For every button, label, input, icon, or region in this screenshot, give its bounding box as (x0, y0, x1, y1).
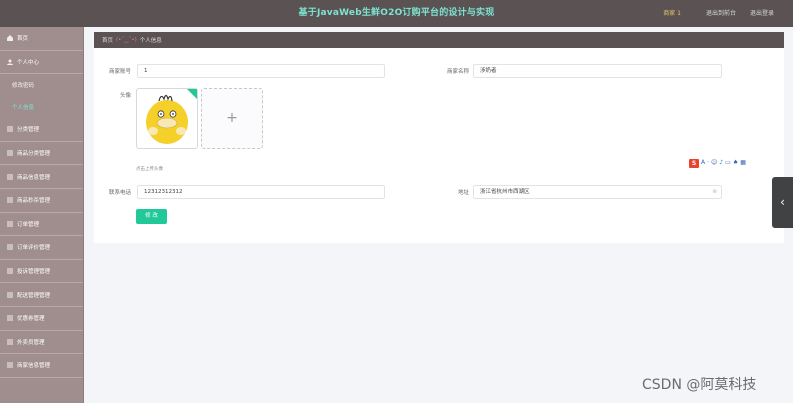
menu-icon (7, 126, 13, 132)
sidebar-item-couriers[interactable]: 外卖员管理 (0, 331, 83, 355)
sidebar-item-home[interactable]: 首页 (0, 27, 83, 51)
csdn-watermark: CSDN @阿莫科技 (642, 377, 757, 393)
address-input[interactable]: 浙江省杭州市西湖区 ⊗ (473, 185, 722, 199)
sidebar-item-label: 外卖员管理 (17, 339, 45, 346)
upload-success-mark (187, 89, 197, 99)
sidebar-subitem-change-password[interactable]: 修改密码 (0, 74, 83, 96)
clear-icon[interactable]: ⊗ (712, 186, 717, 198)
top-bar: 基于JavaWeb生鲜O2O订购平台的设计与实现 商家 1 退出到前台 退出登录 (0, 0, 793, 27)
sidebar-item-category[interactable]: 分类管理 (0, 118, 83, 142)
merchant-account-label: 商家账号 (108, 69, 131, 75)
sidebar-item-label: 配送管理管理 (17, 292, 51, 299)
plus-icon: + (226, 110, 238, 126)
sidebar-item-label: 投诉管理管理 (17, 269, 51, 276)
menu-icon (7, 268, 13, 274)
menu-icon (7, 221, 13, 227)
sidebar-item-orders[interactable]: 订单管理 (0, 213, 83, 237)
sidebar: 首页 个人中心 修改密码 个人信息 分类管理 商品分类管理 商品信息管理 商品秒… (0, 27, 84, 403)
user-name[interactable]: 商家 1 (663, 0, 681, 27)
sidebar-item-label: 商品信息管理 (17, 174, 51, 181)
menu-icon (7, 362, 13, 368)
punctuation-icon[interactable]: · (707, 158, 709, 168)
sidebar-item-delivery[interactable]: 配送管理管理 (0, 283, 83, 307)
emoji-icon[interactable]: ☺ (711, 158, 717, 168)
sidebar-item-label: 个人中心 (17, 59, 40, 66)
input-method-toolbar: S A · ☺ ♪ ▭ ♠ ▦ (689, 158, 746, 168)
menu-icon (7, 292, 13, 298)
sogou-icon[interactable]: S (689, 158, 699, 168)
merchant-account-input[interactable]: 1 (137, 64, 385, 78)
menu-icon (7, 150, 13, 156)
breadcrumb-separator: (•ˇ‿ˇ•) (116, 37, 137, 43)
breadcrumb: 首页 (•ˇ‿ˇ•) 个人信息 (94, 32, 784, 48)
keyboard-icon[interactable]: ▭ (725, 158, 731, 168)
sidebar-item-label: 首页 (17, 36, 29, 43)
avatar-upload-button[interactable]: + (201, 88, 263, 149)
merchant-name-input[interactable]: 涉奶者 (473, 64, 722, 78)
breadcrumb-current: 个人信息 (139, 38, 162, 44)
menu-icon (7, 339, 13, 345)
sidebar-item-flash-sale[interactable]: 商品秒杀管理 (0, 189, 83, 213)
sidebar-item-label: 商品分类管理 (17, 151, 51, 158)
sidebar-item-label: 订单评价管理 (17, 245, 51, 252)
microphone-icon[interactable]: ♪ (719, 158, 723, 168)
breadcrumb-home[interactable]: 首页 (102, 36, 113, 44)
sidebar-item-label: 商家信息管理 (17, 363, 51, 370)
sidebar-item-label: 商品秒杀管理 (17, 198, 51, 205)
upload-tip: 点击上传头像 (136, 167, 163, 172)
logout-link[interactable]: 退出登录 (750, 0, 774, 27)
toolbox-icon[interactable]: ▦ (740, 158, 746, 168)
chinese-mode-icon[interactable]: A (701, 158, 705, 168)
avatar-label: 头像 (119, 93, 131, 99)
sidebar-item-product-category[interactable]: 商品分类管理 (0, 142, 83, 166)
merchant-name-label: 商家名称 (446, 69, 469, 75)
submit-button[interactable]: 修 改 (136, 209, 167, 224)
skin-icon[interactable]: ♠ (733, 158, 738, 168)
sidebar-item-label: 优惠券管理 (17, 316, 45, 323)
menu-icon (7, 174, 13, 180)
sidebar-item-order-reviews[interactable]: 订单评价管理 (0, 236, 83, 260)
avatar-preview[interactable] (136, 88, 198, 149)
sidebar-item-label: 分类管理 (17, 127, 40, 134)
phone-label: 联系电话 (108, 190, 131, 196)
menu-icon (7, 315, 13, 321)
sidebar-item-coupons[interactable]: 优惠券管理 (0, 307, 83, 331)
address-label: 地址 (457, 190, 469, 196)
user-icon (7, 59, 13, 65)
home-icon (7, 35, 13, 42)
sidebar-item-product-info[interactable]: 商品信息管理 (0, 165, 83, 189)
phone-input[interactable]: 12312312312 (137, 185, 385, 199)
sidebar-item-complaints[interactable]: 投诉管理管理 (0, 260, 83, 284)
menu-icon (7, 197, 13, 203)
menu-icon (7, 244, 13, 250)
sidebar-item-merchants[interactable]: 商家信息管理 (0, 354, 83, 378)
content-panel: 首页 (•ˇ‿ˇ•) 个人信息 商家账号 1 商家名称 涉奶者 头像 + 点击上… (94, 32, 784, 243)
collapse-panel-button[interactable]: ‹ (772, 177, 793, 228)
address-value: 浙江省杭州市西湖区 (480, 189, 530, 195)
exit-to-front-link[interactable]: 退出到前台 (706, 0, 736, 27)
sidebar-item-personal-center[interactable]: 个人中心 (0, 51, 83, 75)
sidebar-subitem-personal-info[interactable]: 个人信息 (0, 96, 83, 118)
sidebar-item-label: 订单管理 (17, 221, 40, 228)
